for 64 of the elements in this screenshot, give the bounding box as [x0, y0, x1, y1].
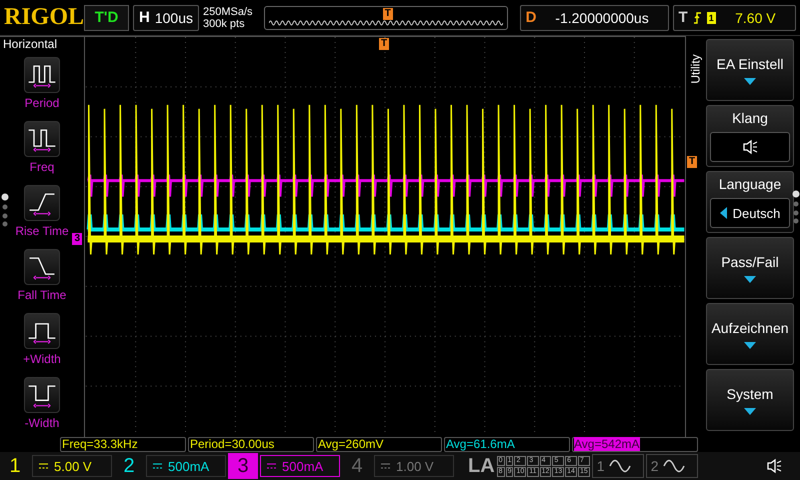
channel-number[interactable]: 1 [0, 453, 30, 479]
menu-tab[interactable]: Utility [688, 54, 702, 84]
trigger-position-marker: T [382, 8, 393, 20]
caret-down-icon [744, 276, 756, 282]
memory-depth: 300k pts [203, 18, 246, 30]
measurement-reading: Freq=33.3kHz [62, 437, 138, 451]
trigger-position-marker: T [379, 38, 390, 50]
menu-button[interactable]: Aufzeichnen [706, 303, 794, 365]
page-dots-icon [1, 193, 9, 227]
sine-wave-icon [608, 459, 631, 473]
speaker-icon [766, 458, 782, 474]
trigger-source: 1 [706, 12, 716, 24]
menu-button[interactable]: Pass/Fail [706, 237, 794, 299]
dc-coupling-icon [153, 463, 162, 469]
channel-scale[interactable]: 1.00 V [374, 455, 454, 477]
caret-down-icon [744, 78, 756, 84]
math-channel[interactable]: 1 [592, 454, 644, 478]
measure-label: Freq [30, 160, 54, 174]
measurement-reading: Avg=542mA [574, 437, 640, 451]
measure-button[interactable] [24, 184, 60, 221]
channel-number[interactable]: 3 [228, 453, 258, 479]
caret-left-icon [720, 207, 727, 219]
caret-down-icon [744, 342, 756, 348]
measure-label: Period [24, 96, 60, 110]
channel-scale[interactable]: 500mA [146, 455, 226, 477]
measure-label: -Width [24, 416, 60, 430]
channel-number[interactable]: 2 [114, 453, 144, 479]
page-dots-icon [792, 190, 800, 224]
menu-button[interactable]: Language Deutsch [706, 171, 794, 233]
rising-edge-icon [692, 12, 702, 24]
timebase-field[interactable]: H 100us [133, 4, 200, 30]
measure-button[interactable] [24, 120, 60, 157]
math-channel[interactable]: 2 [646, 454, 698, 478]
menu-title: Horizontal [2, 37, 58, 53]
measure-button[interactable] [24, 56, 60, 93]
sample-rate: 250MSa/s [203, 6, 254, 18]
channel-marker: 3 [72, 233, 82, 245]
menu-button[interactable]: System [706, 369, 794, 431]
dc-coupling-icon [39, 463, 48, 469]
measure-label: Rise Time [15, 224, 69, 238]
channel-scale[interactable]: 5.00 V [32, 455, 112, 477]
measurement-reading: Avg=61.6mA [446, 437, 515, 451]
menu-button[interactable]: Klang [706, 105, 794, 167]
run-status: T'D [84, 4, 130, 30]
menu-value: Deutsch [732, 206, 780, 220]
speaker-icon [742, 139, 758, 155]
delay-field[interactable]: D -1.20000000us [520, 4, 669, 30]
channel-scale[interactable]: 500mA [260, 455, 340, 477]
waveform-preview-icon [268, 18, 503, 26]
caret-down-icon [744, 408, 756, 414]
measure-button[interactable] [24, 248, 60, 285]
logic-analyzer-label[interactable]: LA [468, 454, 495, 478]
measurement-reading: Period=30.00us [190, 437, 274, 451]
dc-coupling-icon [381, 463, 390, 469]
trigger-level-marker: T [687, 156, 698, 168]
dc-coupling-icon [267, 463, 276, 469]
measurement-reading: Avg=260mV [318, 437, 384, 451]
measure-label: +Width [23, 352, 61, 366]
measure-button[interactable] [24, 312, 60, 349]
measure-label: Fall Time [18, 288, 66, 302]
trigger-field[interactable]: T 1 7.60 V [672, 4, 796, 30]
sine-wave-icon [662, 459, 685, 473]
measure-button[interactable] [24, 377, 60, 413]
menu-button[interactable]: EA Einstell [706, 39, 794, 101]
